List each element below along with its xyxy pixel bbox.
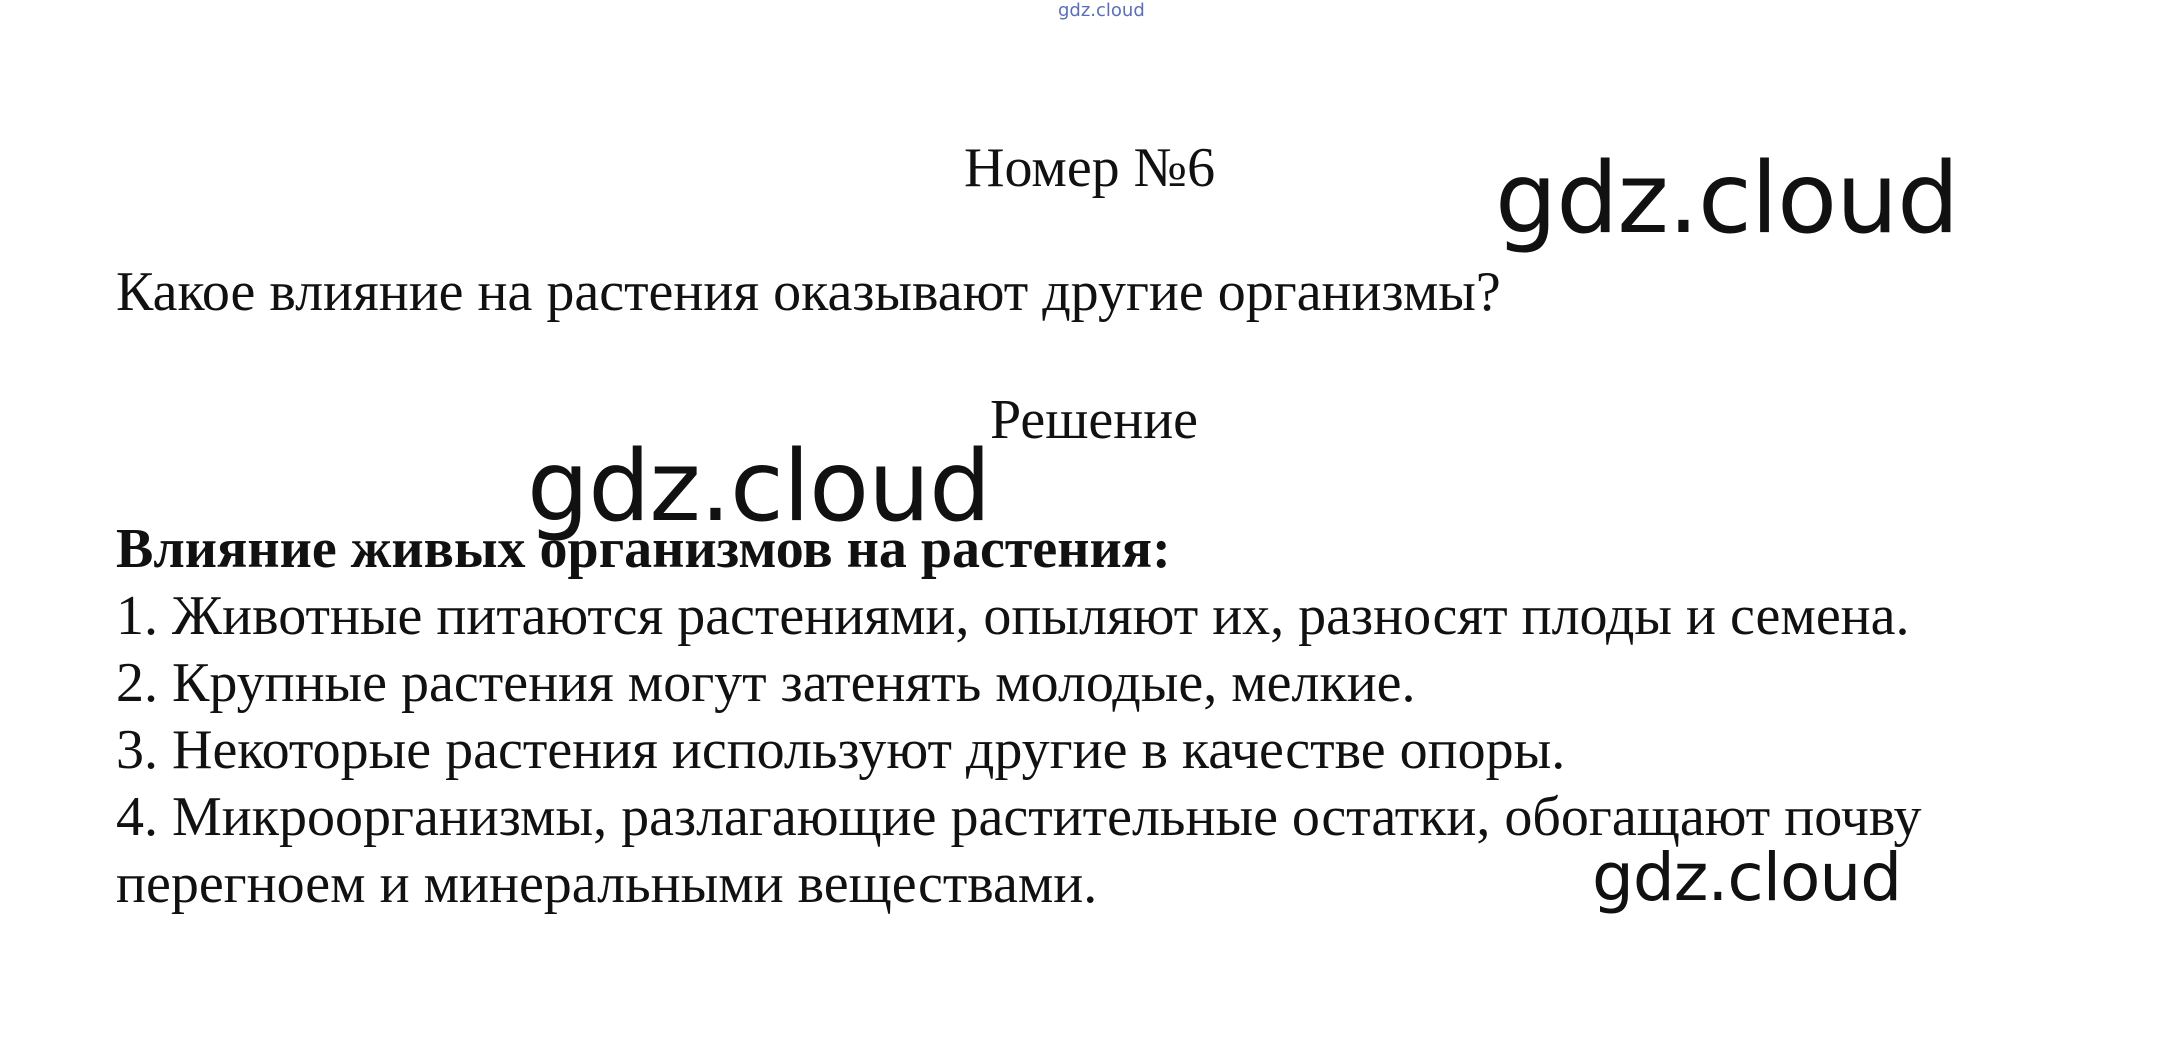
answer-item-2: 2. Крупные растения могут затенять молод… — [116, 652, 1416, 714]
solution-label: Решение — [990, 389, 1199, 451]
top-watermark: gdz.cloud — [1058, 0, 1145, 21]
answer-item-1: 1. Животные питаются растениями, опыляют… — [116, 585, 1910, 647]
watermark-logo-1: gdz.cloud — [1495, 142, 1959, 256]
exercise-title: Номер №6 — [964, 137, 1216, 199]
question-text: Какое влияние на растения оказывают друг… — [116, 261, 1501, 323]
answer-heading: Влияние живых организмов на растения: — [116, 518, 1171, 580]
watermark-logo-3: gdz.cloud — [1592, 839, 1902, 916]
answer-item-3: 3. Некоторые растения используют другие … — [116, 719, 1566, 781]
